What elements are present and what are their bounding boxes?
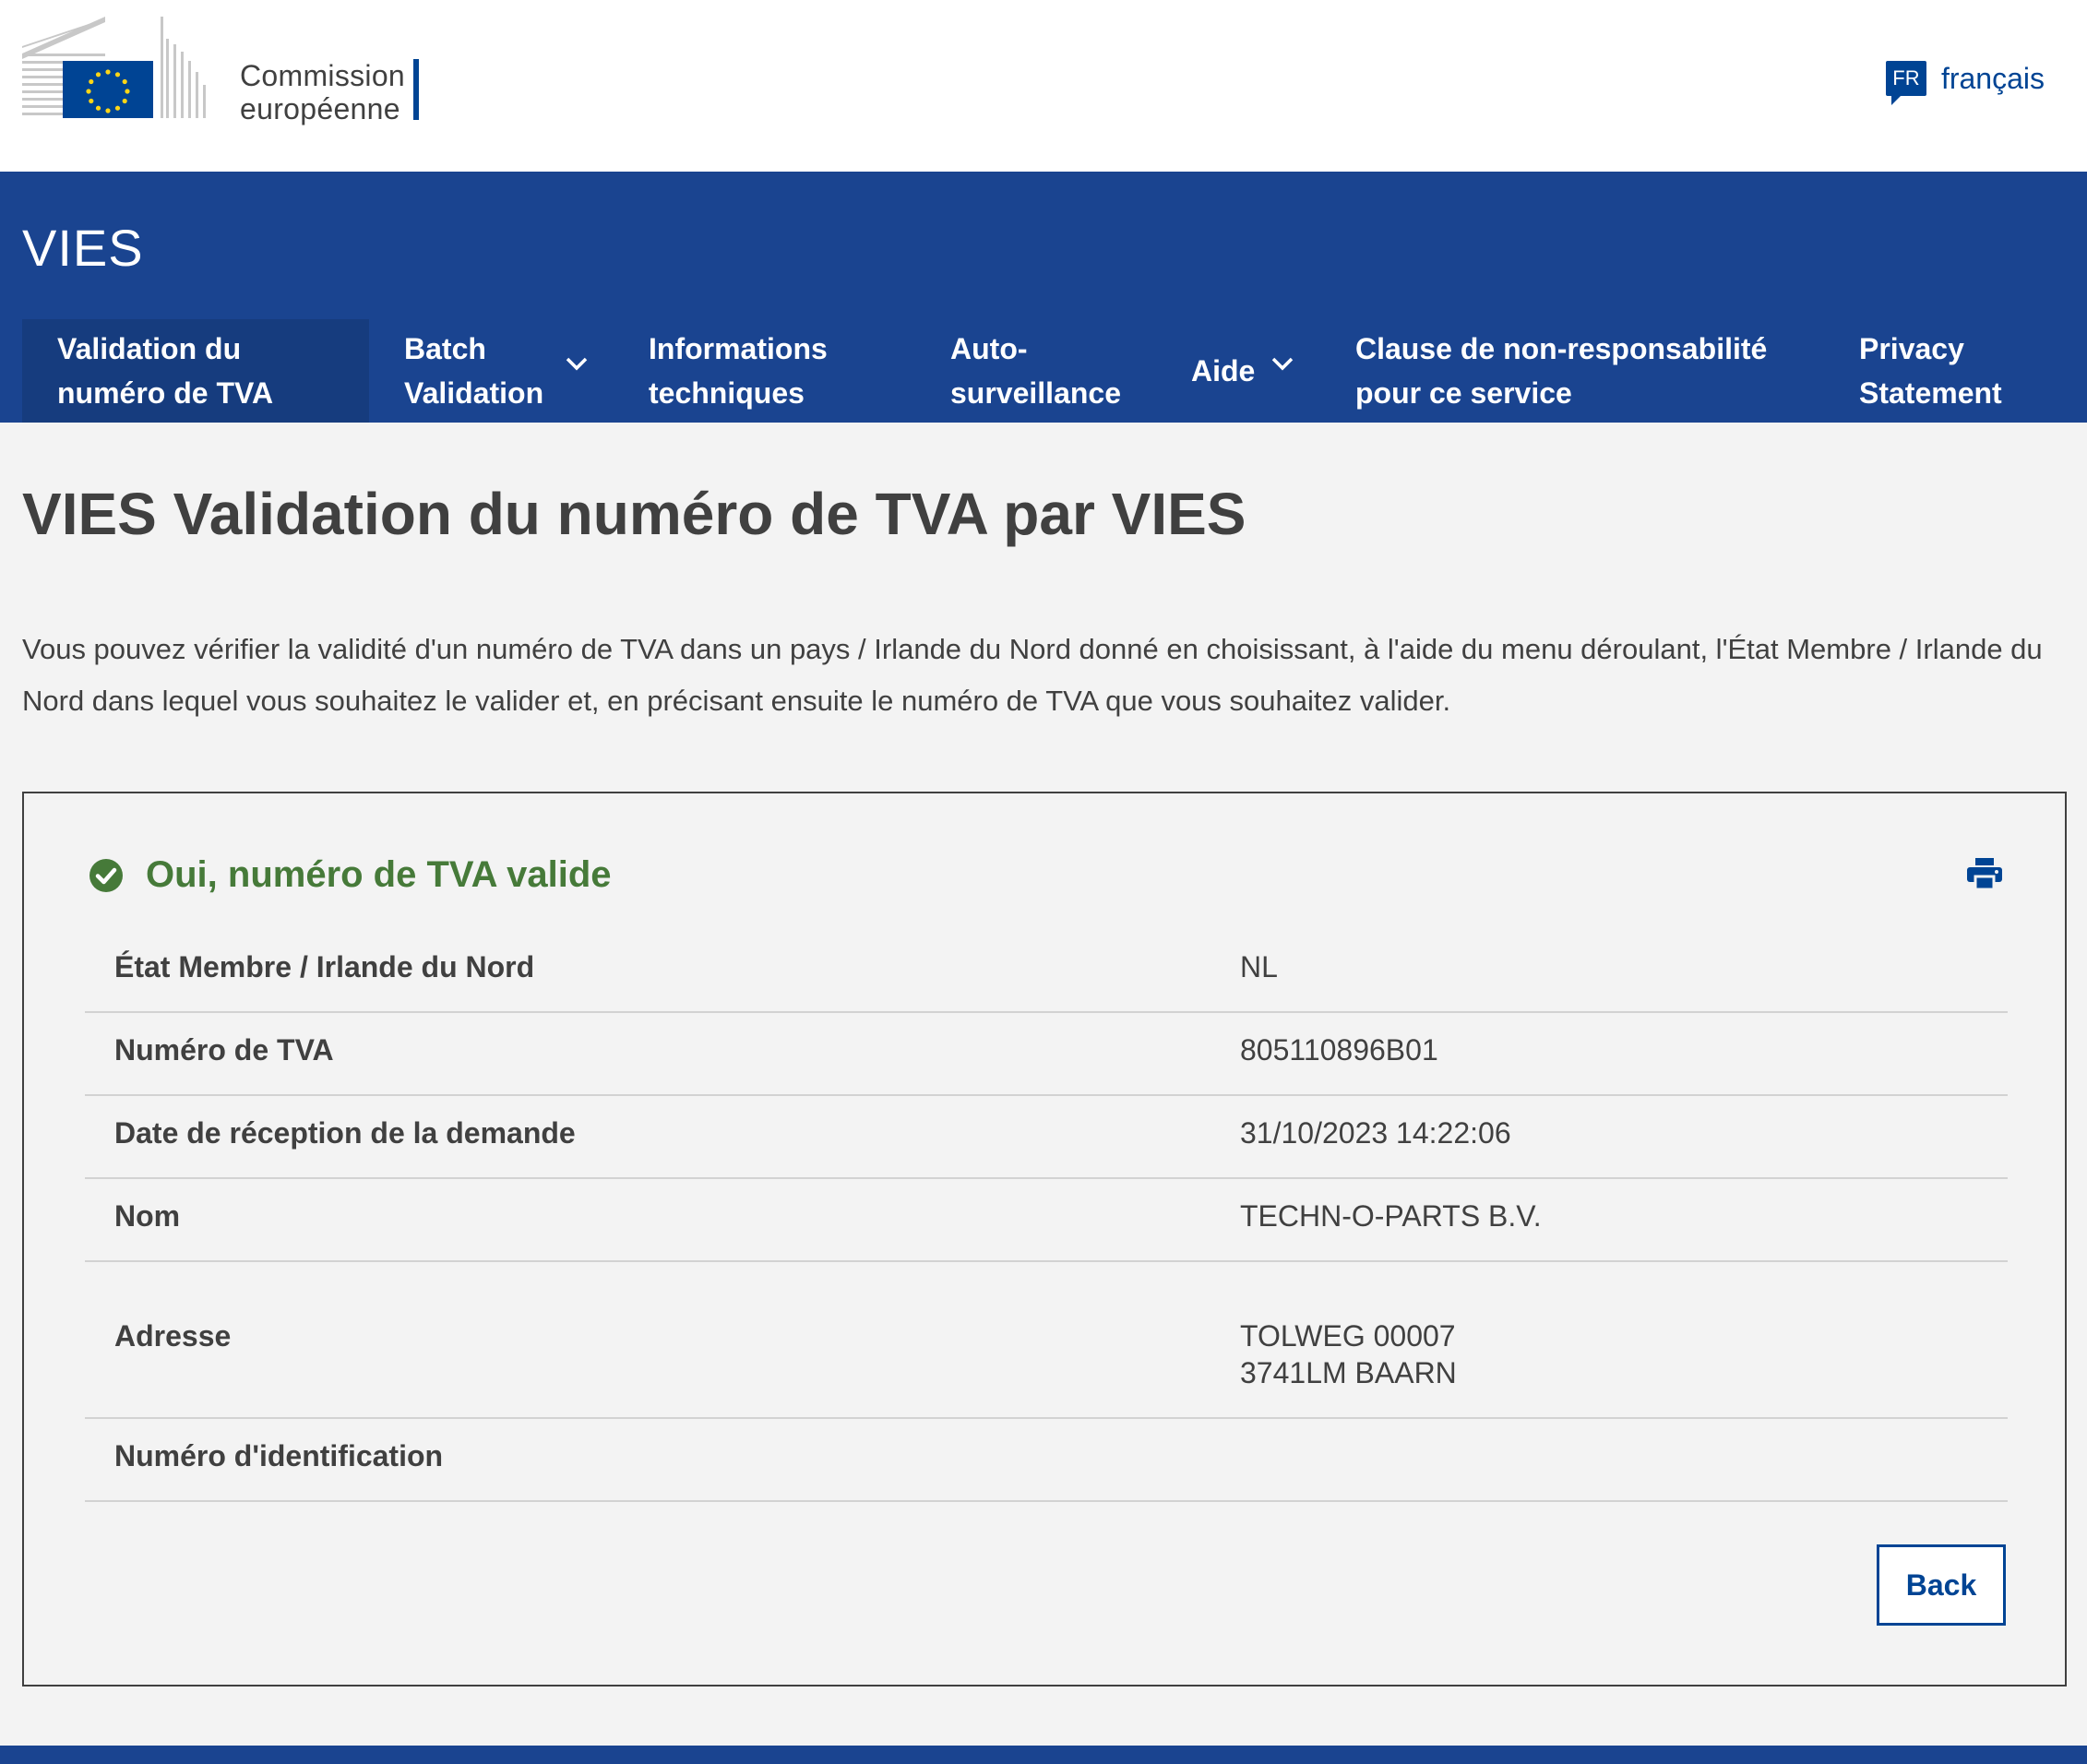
detail-label: Nom bbox=[114, 1199, 181, 1233]
detail-row-vat-number: Numéro de TVA 805110896B01 bbox=[85, 1013, 2008, 1096]
site-header: VIES Validation du numéro de TVA Batch V… bbox=[0, 172, 2087, 423]
result-details: État Membre / Irlande du Nord NL Numéro … bbox=[85, 930, 2008, 1502]
address-line1: TOLWEG 00007 bbox=[1240, 1319, 1456, 1353]
nav-item-batch-validation[interactable]: Batch Validation bbox=[404, 319, 598, 423]
address-line2: 3741LM BAARN bbox=[1240, 1356, 1457, 1389]
nav-item-label: Clause de non-responsabilité bbox=[1355, 332, 1768, 365]
detail-row-address: Adresse TOLWEG 00007 3741LM BAARN bbox=[85, 1262, 2008, 1419]
chevron-down-icon bbox=[1271, 357, 1294, 371]
back-button[interactable]: Back bbox=[1877, 1544, 2006, 1626]
nav-item-label: Statement bbox=[1859, 376, 2002, 410]
result-header: Oui, numéro de TVA valide bbox=[89, 854, 612, 896]
check-circle-icon bbox=[89, 858, 123, 892]
language-switcher[interactable]: FR français bbox=[1885, 61, 2045, 105]
detail-row-identification-number: Numéro d'identification bbox=[85, 1419, 2008, 1502]
logo-divider bbox=[413, 59, 419, 120]
detail-label: Numéro de TVA bbox=[114, 1033, 334, 1067]
top-header: Commission européenne FR français bbox=[0, 0, 2087, 172]
nav-item-label: Validation bbox=[404, 376, 544, 410]
detail-label: Adresse bbox=[114, 1319, 232, 1353]
language-code: FR bbox=[1892, 66, 1920, 89]
validation-result-card: Oui, numéro de TVA valide État Membre / … bbox=[22, 792, 2067, 1687]
detail-label: Numéro d'identification bbox=[114, 1439, 444, 1472]
detail-value: TECHN-O-PARTS B.V. bbox=[1240, 1199, 1542, 1233]
nav-item-privacy-statement[interactable]: Privacy Statement bbox=[1859, 319, 2044, 423]
intro-text: Vous pouvez vérifier la validité d'un nu… bbox=[22, 633, 2043, 717]
logo-text-line2: européenne bbox=[240, 92, 400, 125]
detail-value: 805110896B01 bbox=[1240, 1033, 1438, 1067]
nav-item-label: Validation du bbox=[57, 332, 242, 365]
nav-item-self-monitoring[interactable]: Auto- surveillance bbox=[950, 319, 1153, 423]
detail-value: NL bbox=[1240, 950, 1278, 983]
nav-item-label: surveillance bbox=[950, 376, 1121, 410]
nav-item-label: numéro de TVA bbox=[57, 376, 274, 410]
result-status: Oui, numéro de TVA valide bbox=[146, 854, 612, 895]
nav-item-technical-information[interactable]: Informations techniques bbox=[649, 319, 870, 423]
page-title: VIES Validation du numéro de TVA par VIE… bbox=[22, 481, 1246, 547]
nav-item-disclaimer[interactable]: Clause de non-responsabilité pour ce ser… bbox=[1355, 319, 1789, 423]
speech-bubble-icon: FR bbox=[1885, 61, 1926, 105]
site-title[interactable]: VIES bbox=[22, 218, 144, 278]
detail-row-member-state: État Membre / Irlande du Nord NL bbox=[85, 930, 2008, 1013]
nav-item-help[interactable]: Aide bbox=[1191, 319, 1311, 423]
printer-icon bbox=[1967, 858, 2002, 891]
main-navigation: Validation du numéro de TVA Batch Valida… bbox=[0, 319, 2087, 423]
language-label: français bbox=[1940, 61, 2045, 95]
nav-item-label: techniques bbox=[649, 376, 805, 410]
footer-strip bbox=[0, 1746, 2087, 1764]
nav-item-label: Auto- bbox=[950, 332, 1028, 365]
detail-value: TOLWEG 00007 3741LM BAARN bbox=[1240, 1317, 1457, 1391]
nav-item-label: Privacy bbox=[1859, 332, 1964, 365]
detail-label: État Membre / Irlande du Nord bbox=[114, 950, 535, 983]
detail-label: Date de réception de la demande bbox=[114, 1116, 576, 1150]
nav-item-label: Informations bbox=[649, 332, 828, 365]
detail-row-request-date: Date de réception de la demande 31/10/20… bbox=[85, 1096, 2008, 1179]
eu-flag-building-icon bbox=[22, 17, 206, 118]
detail-row-name: Nom TECHN-O-PARTS B.V. bbox=[85, 1179, 2008, 1262]
chevron-down-icon bbox=[566, 357, 588, 371]
commission-logo[interactable]: Commission européenne bbox=[22, 17, 428, 125]
detail-value: 31/10/2023 14:22:06 bbox=[1240, 1116, 1511, 1150]
print-button[interactable] bbox=[1967, 858, 2002, 894]
nav-item-label: pour ce service bbox=[1355, 376, 1572, 410]
logo-text-line1: Commission bbox=[240, 59, 406, 92]
commission-logo-text: Commission européenne bbox=[240, 59, 405, 125]
nav-item-vat-validation[interactable]: Validation du numéro de TVA bbox=[22, 319, 369, 423]
